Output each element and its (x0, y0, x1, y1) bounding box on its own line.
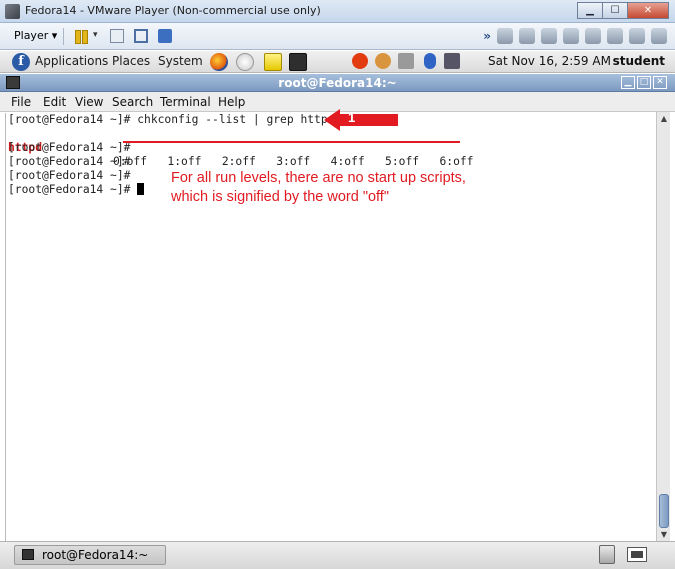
eye-icon[interactable] (375, 53, 391, 69)
workspace-switcher-icon[interactable] (627, 547, 647, 562)
network-status-icon[interactable] (444, 53, 460, 69)
places-menu[interactable]: Places (112, 54, 150, 68)
vmware-titlebar: Fedora14 - VMware Player (Non-commercial… (0, 0, 675, 23)
runlevel-states: 0:off 1:off 2:off 3:off 4:off 5:off 6:of… (113, 155, 474, 168)
mail-icon[interactable] (236, 53, 254, 71)
terminal-window-title: root@Fedora14:~ (278, 76, 397, 90)
window-controls: ▁ ☐ ✕ (577, 2, 669, 20)
fullscreen-icon[interactable] (134, 29, 148, 43)
unity-mode-icon[interactable] (651, 28, 667, 44)
fedora-logo-icon[interactable]: f (12, 53, 30, 71)
toolbar-divider (63, 28, 64, 45)
terminal-line: [root@Fedora14 ~]# (8, 155, 131, 168)
menu-help[interactable]: Help (218, 95, 245, 109)
message-icon[interactable] (629, 28, 645, 44)
notes-icon[interactable] (264, 53, 282, 71)
annotation-line-2: which is signified by the word "off" (171, 189, 389, 205)
scrollbar-thumb[interactable] (659, 494, 669, 528)
unity-icon[interactable] (158, 29, 172, 43)
network-adapter-icon[interactable] (563, 28, 579, 44)
user-menu[interactable]: student (613, 54, 665, 68)
terminal-line: [root@Fedora14 ~]# chkconfig --list | gr… (8, 113, 335, 126)
hdd-icon[interactable] (497, 28, 513, 44)
system-menu[interactable]: System (158, 54, 203, 68)
vmware-window-title: Fedora14 - VMware Player (Non-commercial… (25, 4, 321, 17)
taskbar-label: root@Fedora14:~ (42, 548, 149, 562)
printer-icon[interactable] (585, 28, 601, 44)
menu-search[interactable]: Search (112, 95, 153, 109)
updates-icon[interactable] (352, 53, 368, 69)
terminal-scrollbar[interactable]: ▲ ▼ (656, 112, 670, 542)
annotation-step-number: 1 (348, 110, 356, 125)
scroll-down-icon[interactable]: ▼ (658, 529, 670, 541)
menu-file[interactable]: File (11, 95, 31, 109)
floppy-icon[interactable] (541, 28, 557, 44)
annotation-callout: For all run levels, there are no start u… (171, 169, 571, 207)
menu-terminal[interactable]: Terminal (160, 95, 211, 109)
annotation-line-1: For all run levels, there are no start u… (171, 170, 466, 186)
trash-icon[interactable] (599, 545, 615, 564)
bluetooth-icon[interactable] (424, 53, 436, 69)
gnome-top-panel: f Applications Places System Sat Nov 16,… (0, 51, 675, 73)
removable-devices: » (483, 28, 667, 44)
terminal-line: [root@Fedora14 ~]# (8, 141, 131, 154)
overflow-chevron-icon[interactable]: » (483, 29, 491, 43)
terminal-window-controls: ▁ □ ✕ (621, 76, 667, 89)
vmware-app-icon (5, 4, 20, 19)
player-menu-button[interactable]: Player ▾ (14, 29, 57, 42)
terminal-minimize-button[interactable]: ▁ (621, 76, 635, 89)
annotation-arrow-icon (324, 109, 398, 131)
firefox-icon[interactable] (210, 53, 228, 71)
terminal-prompt-line: [root@Fedora14 ~]# (8, 183, 145, 197)
minimize-button[interactable]: ▁ (577, 2, 603, 19)
terminal-close-button[interactable]: ✕ (653, 76, 667, 89)
terminal-titlebar: root@Fedora14:~ ▁ □ ✕ (0, 74, 675, 92)
close-button[interactable]: ✕ (627, 2, 669, 19)
volume-icon[interactable] (398, 53, 414, 69)
prompt-text: [root@Fedora14 ~]# (8, 183, 138, 196)
terminal-icon (22, 549, 34, 560)
menu-view[interactable]: View (75, 95, 103, 109)
cd-icon[interactable] (519, 28, 535, 44)
scroll-up-icon[interactable]: ▲ (658, 113, 670, 125)
pause-icon[interactable] (74, 29, 88, 44)
chevron-down-icon[interactable]: ▾ (93, 30, 98, 40)
menu-edit[interactable]: Edit (43, 95, 66, 109)
usb-icon[interactable] (607, 28, 623, 44)
taskbar-terminal-button[interactable]: root@Fedora14:~ (14, 545, 166, 565)
text-cursor (137, 183, 145, 195)
panel-clock[interactable]: Sat Nov 16, 2:59 AM (488, 54, 611, 68)
terminal-line: [root@Fedora14 ~]# (8, 169, 131, 182)
vmware-toolbar: Player ▾ ▾ » (0, 23, 675, 50)
terminal-maximize-button[interactable]: □ (637, 76, 651, 89)
applications-menu[interactable]: Applications (35, 54, 108, 68)
maximize-button[interactable]: ☐ (602, 2, 628, 19)
gnome-bottom-panel: root@Fedora14:~ (0, 541, 675, 569)
annotation-underline (123, 141, 460, 143)
network-icon[interactable] (110, 29, 124, 43)
terminal-icon[interactable] (289, 53, 307, 71)
